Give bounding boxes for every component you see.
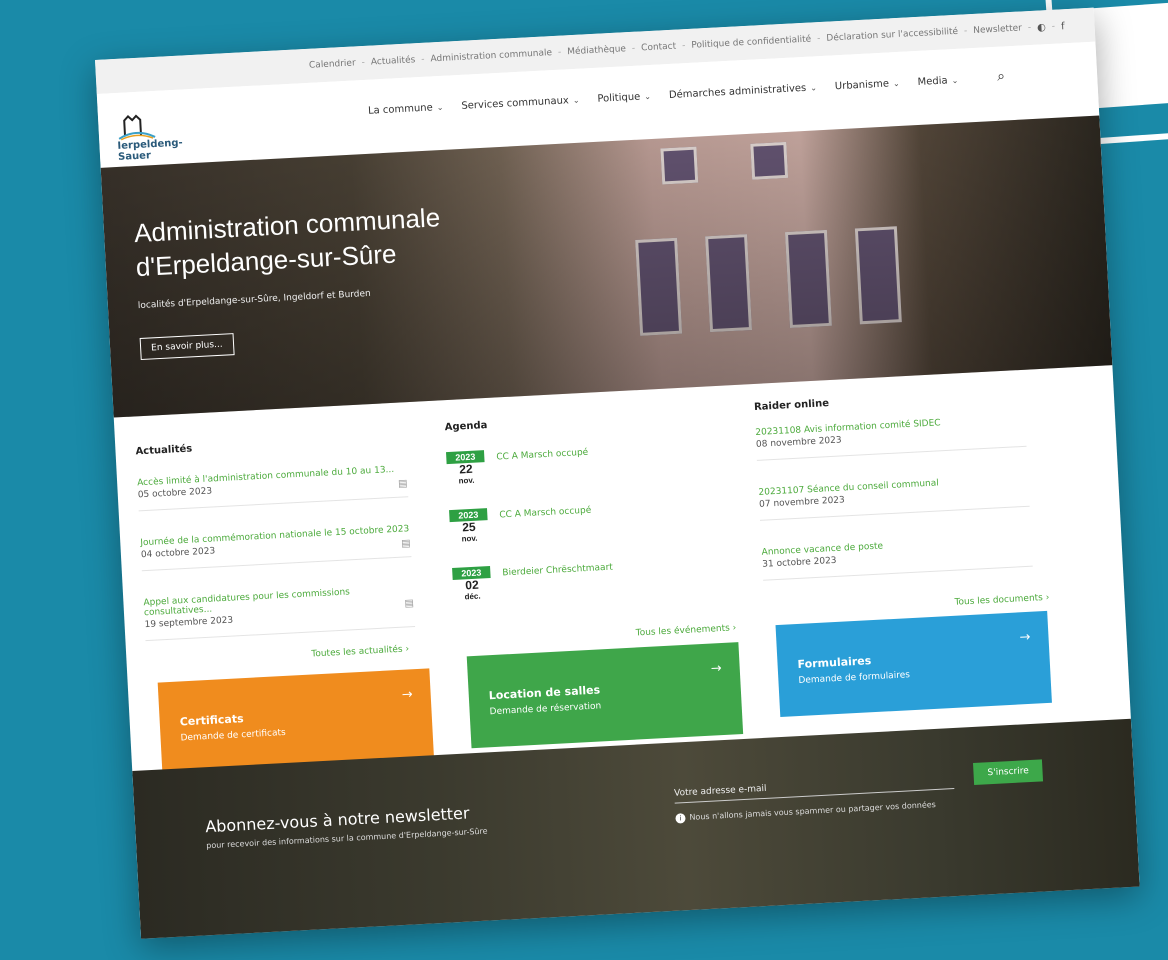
nav-item-commune[interactable]: La commune ⌄ <box>367 102 444 117</box>
agenda-item[interactable]: 2023 22 nov. CC A Marsch occupé <box>446 438 727 487</box>
chevron-down-icon: ⌄ <box>436 102 444 113</box>
hero-banner: Administration communale d'Erpeldange-su… <box>100 115 1113 418</box>
util-link-administration[interactable]: Administration communale <box>430 48 552 64</box>
agenda-item[interactable]: 2023 25 nov. CC A Marsch occupé <box>449 495 730 544</box>
all-news-link[interactable]: Toutes les actualités › <box>311 644 409 659</box>
tile-location-salles[interactable]: Location de salles Demande de réservatio… <box>466 642 744 749</box>
all-events-label: Tous les événements <box>635 623 731 639</box>
util-link-contact[interactable]: Contact <box>641 42 676 54</box>
agenda-item-title: CC A Marsch occupé <box>499 505 592 521</box>
tile-title: Formulaires <box>797 654 872 672</box>
tile-title: Certificats <box>179 712 244 729</box>
nav-label: La commune <box>367 102 434 117</box>
logo-text: Ierpeldeng-Sauer <box>117 137 183 163</box>
agenda-item-title: Bierdeier Chrëschtmaart <box>502 562 614 579</box>
nav-item-services[interactable]: Services communaux ⌄ <box>461 95 580 112</box>
main-nav: La commune ⌄ Services communaux ⌄ Politiqu… <box>367 75 959 117</box>
info-icon: i <box>675 813 686 824</box>
tile-subtitle: Demande de certificats <box>180 727 286 744</box>
util-link-mediatheque[interactable]: Médiathèque <box>567 44 626 57</box>
document-item[interactable]: 20231108 Avis information comité SIDEC 0… <box>755 413 1027 461</box>
all-events-link[interactable]: Tous les événements › <box>635 623 736 638</box>
nav-label: Urbanisme <box>834 78 890 93</box>
arrow-right-icon: → <box>710 661 723 677</box>
facebook-icon[interactable]: f <box>1061 21 1065 32</box>
all-documents-label: Tous les documents <box>954 593 1044 608</box>
search-icon[interactable]: ⌕ <box>997 68 1006 84</box>
tile-formulaires[interactable]: Formulaires Demande de formulaires → <box>775 610 1052 718</box>
agenda-item-title: CC A Marsch occupé <box>496 447 589 463</box>
tile-subtitle: Demande de réservation <box>489 701 602 718</box>
logo-icon <box>118 114 156 141</box>
agenda-item[interactable]: 2023 02 déc. Bierdeier Chrëschtmaart <box>452 553 733 602</box>
all-documents-link[interactable]: Tous les documents › <box>954 593 1049 608</box>
tile-subtitle: Demande de formulaires <box>798 670 911 687</box>
date-badge: 2023 02 déc. <box>452 566 492 602</box>
chevron-down-icon: ⌄ <box>951 75 959 86</box>
website-page: Calendrier - Actualités - Administration c… <box>95 7 1140 939</box>
agenda-section-title: Agenda <box>444 419 488 434</box>
nav-label: Media <box>917 75 948 88</box>
date-month: nov. <box>461 533 478 544</box>
nav-label: Démarches administratives <box>668 82 807 102</box>
nav-item-urbanisme[interactable]: Urbanisme ⌄ <box>835 78 900 92</box>
nav-item-politique[interactable]: Politique ⌄ <box>597 91 651 105</box>
arrow-right-icon: → <box>401 687 414 703</box>
util-link-calendrier[interactable]: Calendrier <box>309 58 356 70</box>
util-link-actualites[interactable]: Actualités <box>371 55 416 67</box>
document-icon: ▤ <box>397 478 408 490</box>
all-news-label: Toutes les actualités <box>311 644 403 660</box>
chevron-down-icon: ⌄ <box>644 91 652 102</box>
arrow-right-icon: → <box>1019 629 1031 646</box>
util-link-privacy[interactable]: Politique de confidentialité <box>691 34 811 50</box>
util-link-accessibility[interactable]: Déclaration sur l'accessibilité <box>826 27 958 44</box>
news-item[interactable]: Appel aux candidatures pour les commissi… <box>143 584 416 642</box>
raider-section-title: Raider online <box>753 398 830 413</box>
document-icon: ▤ <box>401 538 412 550</box>
newsletter-note-text: Nous n'allons jamais vous spammer ou par… <box>689 800 937 822</box>
nav-label: Services communaux <box>461 95 570 112</box>
contrast-icon[interactable]: ◐ <box>1037 22 1046 33</box>
subscribe-button[interactable]: S'inscrire <box>972 759 1044 785</box>
site-logo[interactable]: Ierpeldeng-Sauer <box>116 110 208 163</box>
chevron-down-icon: ⌄ <box>572 95 580 106</box>
chevron-down-icon: ⌄ <box>892 78 900 89</box>
document-icon: ▤ <box>404 598 415 610</box>
document-item[interactable]: 20231107 Séance du conseil communal 07 n… <box>758 473 1030 521</box>
date-badge: 2023 25 nov. <box>449 508 489 544</box>
nav-item-demarches[interactable]: Démarches administratives ⌄ <box>669 82 818 101</box>
date-month: déc. <box>464 591 481 602</box>
chevron-down-icon: ⌄ <box>809 83 818 93</box>
news-item[interactable]: Accès limité à l'administration communal… <box>136 464 409 512</box>
nav-label: Politique <box>597 91 641 105</box>
nav-item-media[interactable]: Media ⌄ <box>917 75 958 88</box>
date-month: nov. <box>458 475 475 486</box>
date-badge: 2023 22 nov. <box>446 450 486 486</box>
tile-title: Location de salles <box>488 683 601 703</box>
document-item[interactable]: Annonce vacance de poste 31 octobre 2023 <box>761 533 1033 581</box>
util-link-newsletter[interactable]: Newsletter <box>973 23 1022 36</box>
news-section-title: Actualités <box>135 443 193 458</box>
news-item[interactable]: Journée de la commémoration nationale le… <box>140 524 412 572</box>
